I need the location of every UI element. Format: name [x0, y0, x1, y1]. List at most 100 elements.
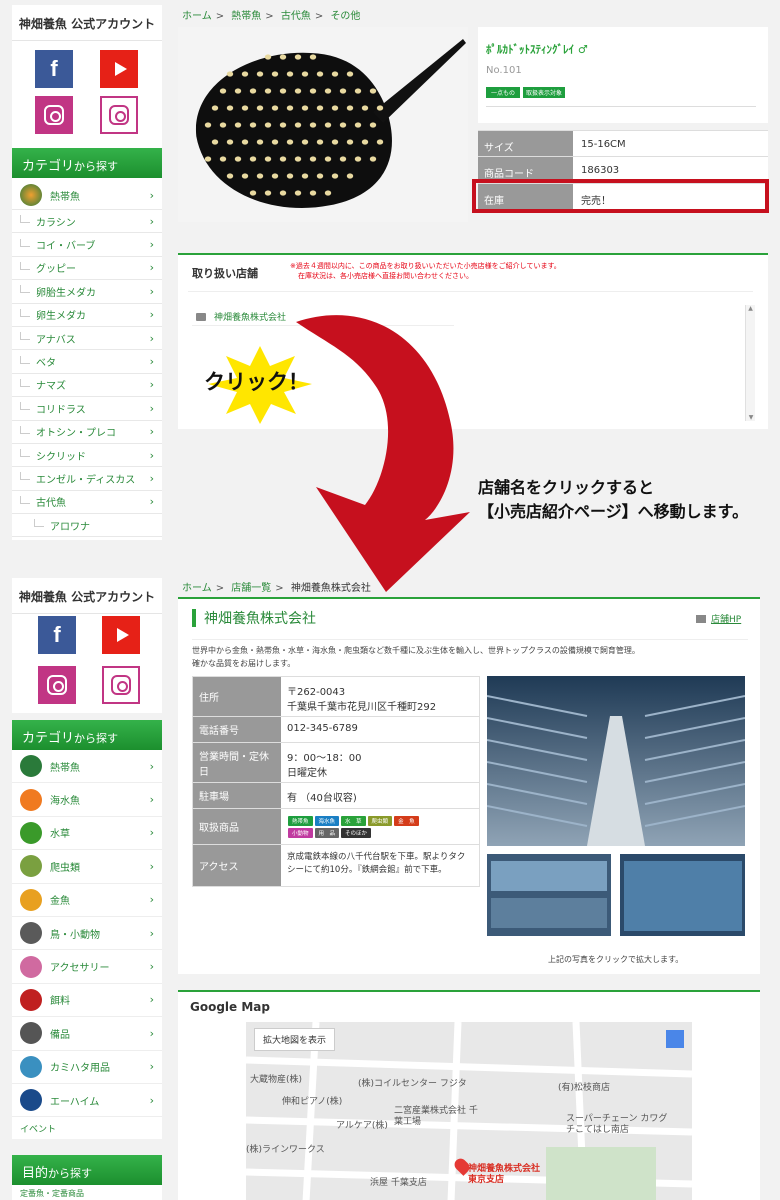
breadcrumb-current: 神畑養魚株式会社 — [290, 583, 371, 594]
info-value-access: 京成電鉄本線の八千代台駅を下車。駅よりタクシーにて約10分。『鉄網会館』前で下車… — [281, 845, 480, 886]
facebook-icon[interactable]: f — [38, 616, 76, 654]
youtube-icon[interactable] — [100, 50, 138, 88]
map-enlarge-button[interactable]: 拡大地図を表示 — [254, 1028, 336, 1051]
category-item[interactable]: コイ・バーブ › — [12, 233, 162, 257]
product-tag: 水 草 — [341, 816, 366, 826]
category-thumbnail-icon — [20, 755, 42, 778]
category-item[interactable]: 卵生メダカ › — [12, 304, 162, 327]
map-label: スーパーチェーン カワグチこてはし南店 — [566, 1114, 668, 1135]
product-tag: 海水魚 — [314, 816, 340, 826]
category-item[interactable]: ベタ › — [12, 350, 162, 374]
instagram-icon[interactable] — [100, 96, 138, 134]
category-item[interactable]: 餌料 › — [12, 984, 162, 1018]
category-item[interactable]: 金魚 › — [12, 884, 162, 917]
category-item[interactable]: アロワナ — [12, 514, 162, 538]
breadcrumb-store-list[interactable]: 店舗一覧 — [231, 583, 271, 594]
breadcrumb-home[interactable]: ホーム — [182, 11, 212, 22]
chevron-right-icon: › — [149, 308, 154, 322]
category-item[interactable]: カミハタ用品 › — [12, 1051, 162, 1084]
category-item[interactable]: グッピー › — [12, 257, 162, 281]
info-key-parking: 駐車場 — [193, 783, 281, 808]
instagram-icon[interactable] — [102, 666, 140, 704]
category-item[interactable]: 水草 › — [12, 817, 162, 851]
product-tag: 用 品 — [314, 828, 340, 838]
breadcrumb-ancient[interactable]: 古代魚 — [281, 11, 311, 22]
breadcrumb-tropical[interactable]: 熱帯魚 — [231, 11, 261, 22]
info-value-phone: 012-345-6789 — [281, 717, 480, 742]
category-thumbnail-icon — [20, 788, 42, 811]
category-thumbnail-icon — [20, 922, 42, 945]
person-icon[interactable] — [666, 1030, 684, 1048]
youtube-icon[interactable] — [102, 616, 140, 654]
chevron-right-icon: › — [149, 495, 154, 509]
category-item[interactable]: コリドラス › — [12, 397, 162, 421]
chevron-right-icon: › — [149, 759, 154, 773]
category-item[interactable]: エンゼル・ディスカス › — [12, 467, 162, 491]
category-label: カラシン — [36, 217, 76, 229]
category-label: エンゼル・ディスカス — [36, 474, 136, 486]
store-name[interactable]: 神畑養魚株式会社 — [214, 310, 286, 323]
category-item[interactable]: 爬虫類 › — [12, 850, 162, 884]
category-item[interactable]: シクリッド › — [12, 444, 162, 468]
event-link[interactable]: イベント — [12, 1117, 162, 1139]
category-label: グッピー — [36, 264, 76, 276]
shop-info-table: 住所 〒262-0043 千葉県千葉市花見川区千種町292 電話番号 012-345… — [192, 676, 480, 887]
shop-photos[interactable] — [487, 676, 745, 948]
breadcrumb-other[interactable]: その他 — [330, 11, 360, 22]
purpose-item[interactable]: 定番魚・定番商品 — [12, 1185, 162, 1200]
category-item[interactable]: オトシン・プレコ › — [12, 421, 162, 444]
tree-indent — [20, 238, 30, 247]
scrollbar[interactable]: ▲ ▼ — [745, 305, 755, 421]
category-label: エーハイム — [50, 1096, 100, 1108]
tree-indent — [20, 495, 30, 504]
map-label: 伸和ピアノ(株) — [282, 1097, 343, 1107]
breadcrumb-home[interactable]: ホーム — [182, 583, 212, 594]
product-tag: 熱帯魚 — [288, 816, 313, 826]
map-section: Google Map 拡大地図を表示 大蔵物産(株) (株)コイルセンター フジ… — [178, 990, 760, 1200]
facebook-icon[interactable]: f — [35, 50, 73, 88]
instagram-icon[interactable] — [38, 666, 76, 704]
tree-indent — [20, 425, 30, 434]
category-thumbnail-icon — [20, 888, 42, 911]
category-label: カミハタ用品 — [50, 1063, 110, 1075]
info-key-products: 取扱商品 — [193, 809, 281, 844]
category-label: 金魚 — [50, 896, 70, 908]
category-thumbnail-icon — [20, 821, 42, 844]
category-item[interactable]: 備品 › — [12, 1017, 162, 1051]
category-item[interactable]: 卵胎生メダカ › — [12, 280, 162, 304]
category-item[interactable]: 熱帯魚 › — [12, 750, 162, 784]
store-notice-2: 在庫状況は、各小売店様へ直接お問い合わせください。 — [298, 272, 473, 280]
category-label: 熱帯魚 — [50, 191, 80, 203]
google-map[interactable]: 拡大地図を表示 大蔵物産(株) (株)コイルセンター フジタ (有)松枝商店 伸… — [246, 1022, 692, 1200]
category-item[interactable]: アナバス › — [12, 327, 162, 351]
chevron-right-icon: › — [149, 448, 154, 462]
product-tag: 爬虫類 — [367, 816, 393, 826]
category-item[interactable]: カラシン › — [12, 210, 162, 234]
chevron-right-icon: › — [149, 378, 154, 392]
instagram-icon[interactable] — [35, 96, 73, 134]
product-image[interactable] — [178, 27, 468, 222]
category-label: 卵生メダカ — [36, 311, 86, 323]
category-thumbnail-icon — [20, 855, 42, 878]
category-item[interactable]: 鳥・小動物 › — [12, 917, 162, 951]
category-thumbnail-icon — [20, 1089, 42, 1112]
category-item[interactable]: アクセサリー › — [12, 950, 162, 984]
category-label: 水草 — [50, 829, 70, 841]
tree-indent — [20, 215, 30, 224]
shop-hp-link[interactable]: 店舗HP — [696, 612, 741, 625]
tree-indent — [20, 402, 30, 411]
store-link[interactable]: 神畑養魚株式会社 — [196, 310, 286, 323]
category-item[interactable]: 海水魚 › — [12, 783, 162, 817]
category-item[interactable]: エーハイム › — [12, 1084, 162, 1118]
category-item[interactable]: ナマズ › — [12, 374, 162, 398]
category-item[interactable]: 古代魚 › — [12, 491, 162, 515]
tree-indent — [20, 261, 30, 270]
category-label: 卵胎生メダカ — [36, 287, 96, 299]
category-list: 熱帯魚 › カラシン › コイ・バーブ › グッピー › 卵胎生メダカ › 卵生メダカ › アナバス › ベ… — [12, 181, 162, 538]
chevron-right-icon: › — [149, 893, 154, 907]
category-item[interactable]: 熱帯魚 › — [12, 181, 162, 210]
chevron-right-icon: › — [149, 993, 154, 1007]
product-tag: そのほか — [341, 828, 372, 838]
category-label: 備品 — [50, 1029, 70, 1041]
category-label: 爬虫類 — [50, 862, 80, 874]
